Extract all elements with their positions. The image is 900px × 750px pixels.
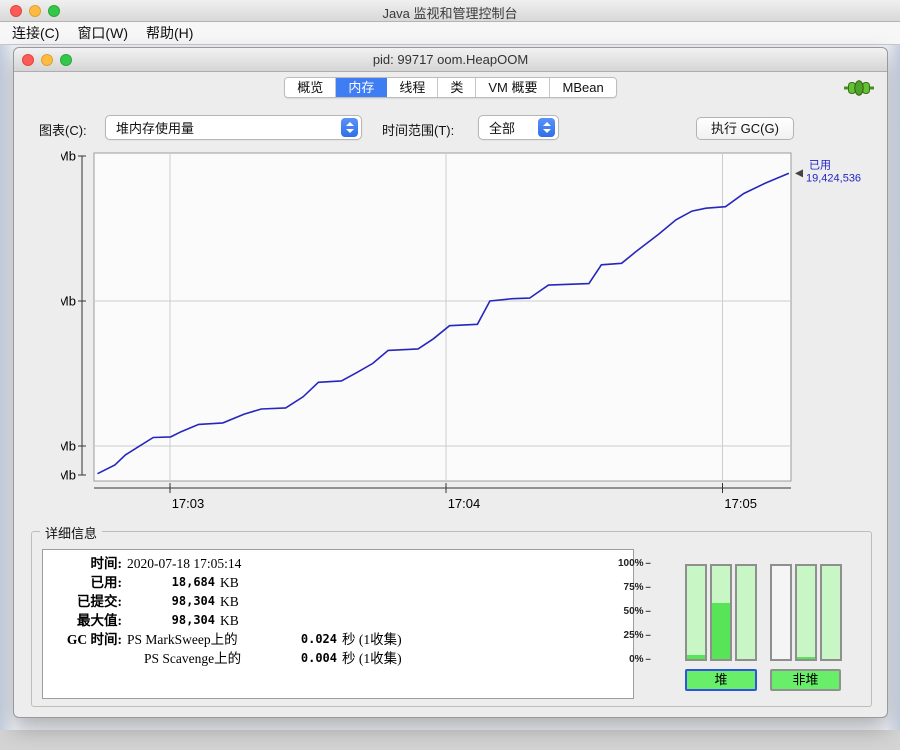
detail-text: PS Scavenge上的 xyxy=(144,649,279,668)
heap-button[interactable]: 堆 xyxy=(685,669,757,691)
tab-线程[interactable]: 线程 xyxy=(387,78,438,97)
gauge-used-fill xyxy=(712,603,730,659)
legend-series-name: 已用 xyxy=(809,159,831,171)
gauge-used-fill xyxy=(797,657,815,659)
heap-gauge-bar-0 xyxy=(685,564,707,661)
tab-bar: 概览内存线程类VM 概要MBean xyxy=(14,73,887,101)
heap-gauge-bar-2 xyxy=(735,564,757,661)
detail-unit: KB xyxy=(220,611,239,630)
tab-类[interactable]: 类 xyxy=(438,78,476,97)
y-tick-label: 10 Mb xyxy=(61,439,76,454)
non-heap-gauge-bar-2 xyxy=(820,564,842,661)
detail-row-3: 最大值:98,304 KB xyxy=(43,611,633,630)
tab-VM 概要[interactable]: VM 概要 xyxy=(476,78,550,97)
detail-unit: 秒 (1收集) xyxy=(342,630,402,649)
gauge-scale-label: 0% xyxy=(588,654,650,665)
menu-bar: 连接(C)窗口(W)帮助(H) xyxy=(0,22,900,45)
chevron-up-down-icon xyxy=(538,118,555,137)
gauge-scale-label: 100% xyxy=(588,558,650,569)
detail-label: 已提交: xyxy=(43,592,127,611)
plot-area xyxy=(94,153,791,481)
perform-gc-button[interactable]: 执行 GC(G) xyxy=(696,117,794,140)
current-value-marker xyxy=(795,169,803,177)
non-heap-gauge-bar-1 xyxy=(795,564,817,661)
chevron-up-down-icon xyxy=(341,118,358,137)
main-window-titlebar: Java 监视和管理控制台 xyxy=(0,0,900,22)
non-heap-gauge-bar-0 xyxy=(770,564,792,661)
detail-label xyxy=(43,649,127,668)
detail-number: 18,684 xyxy=(127,573,215,592)
connection-status-plug-icon xyxy=(844,80,874,96)
time-range-value: 全部 xyxy=(489,118,515,137)
menu-item-0[interactable]: 连接(C) xyxy=(3,22,68,44)
detail-label: GC 时间: xyxy=(43,630,127,649)
detail-row-2: 已提交:98,304 KB xyxy=(43,592,633,611)
tab-MBean[interactable]: MBean xyxy=(550,78,615,97)
gauge-used-fill xyxy=(687,655,705,659)
detail-row-1: 已用:18,684 KB xyxy=(43,573,633,592)
y-tick-label: 20 Mb xyxy=(61,148,76,163)
detail-label: 最大值: xyxy=(43,611,127,630)
detail-text: PS MarkSweep上的 xyxy=(127,630,279,649)
menu-item-2[interactable]: 帮助(H) xyxy=(137,22,202,44)
pid-window: pid: 99717 oom.HeapOOM 概览内存线程类VM 概要MBean… xyxy=(13,47,888,718)
gauge-scale-label: 50% xyxy=(588,606,650,617)
time-range-label: 时间范围(T): xyxy=(382,120,454,139)
details-text-area[interactable]: 时间:2020-07-18 17:05:14已用:18,684KB已提交:98,… xyxy=(42,549,634,699)
tab-内存[interactable]: 内存 xyxy=(336,78,387,97)
detail-row-4: GC 时间:PS MarkSweep上的0.024 秒 (1收集) xyxy=(43,630,633,649)
pid-window-title: pid: 99717 oom.HeapOOM xyxy=(14,52,887,67)
heap-gauge-bar-1 xyxy=(710,564,732,661)
details-group-title: 详细信息 xyxy=(40,523,102,542)
detail-unit: 秒 (1收集) xyxy=(342,649,402,668)
non-heap-button[interactable]: 非堆 xyxy=(770,669,841,691)
detail-number: 98,304 xyxy=(127,611,215,630)
y-tick-label: 15 Mb xyxy=(61,294,76,309)
time-range-select[interactable]: 全部 xyxy=(478,115,559,140)
detail-unit: KB xyxy=(220,573,239,592)
chart-select-label: 图表(C): xyxy=(39,120,87,139)
detail-row-5: PS Scavenge上的0.004 秒 (1收集) xyxy=(43,649,633,668)
legend-current-value: 19,424,536 xyxy=(806,172,861,184)
detail-label: 时间: xyxy=(43,554,127,573)
detail-number: 98,304 xyxy=(127,592,215,611)
y-tick-label: 9.0 Mb xyxy=(61,468,76,483)
detail-row-0: 时间:2020-07-18 17:05:14 xyxy=(43,554,633,573)
x-tick-label: 17:04 xyxy=(448,496,481,511)
detail-unit: KB xyxy=(220,592,239,611)
heap-memory-usage-chart: 20 Mb 15 Mb 10 Mb 9.0 Mb 17:03 17:04 17:05 已用19… xyxy=(61,146,881,524)
detail-label: 已用: xyxy=(43,573,127,592)
detail-text: 2020-07-18 17:05:14 xyxy=(127,554,241,573)
x-tick-label: 17:05 xyxy=(724,496,757,511)
main-window-title: Java 监视和管理控制台 xyxy=(0,3,900,22)
pid-window-titlebar: pid: 99717 oom.HeapOOM xyxy=(14,48,887,72)
detail-number: 0.024 xyxy=(279,630,337,649)
tab-概览[interactable]: 概览 xyxy=(285,78,336,97)
tab-segmented-control: 概览内存线程类VM 概要MBean xyxy=(284,77,616,98)
details-group: 详细信息 时间:2020-07-18 17:05:14已用:18,684KB已提… xyxy=(31,531,872,707)
chart-select[interactable]: 堆内存使用量 xyxy=(105,115,362,140)
chart-select-value: 堆内存使用量 xyxy=(116,118,194,137)
gauge-scale-label: 25% xyxy=(588,630,650,641)
gauge-scale-label: 75% xyxy=(588,582,650,593)
window-bottom-strip xyxy=(0,730,900,750)
x-tick-label: 17:03 xyxy=(172,496,205,511)
detail-number: 0.004 xyxy=(279,649,337,668)
menu-item-1[interactable]: 窗口(W) xyxy=(68,22,137,44)
